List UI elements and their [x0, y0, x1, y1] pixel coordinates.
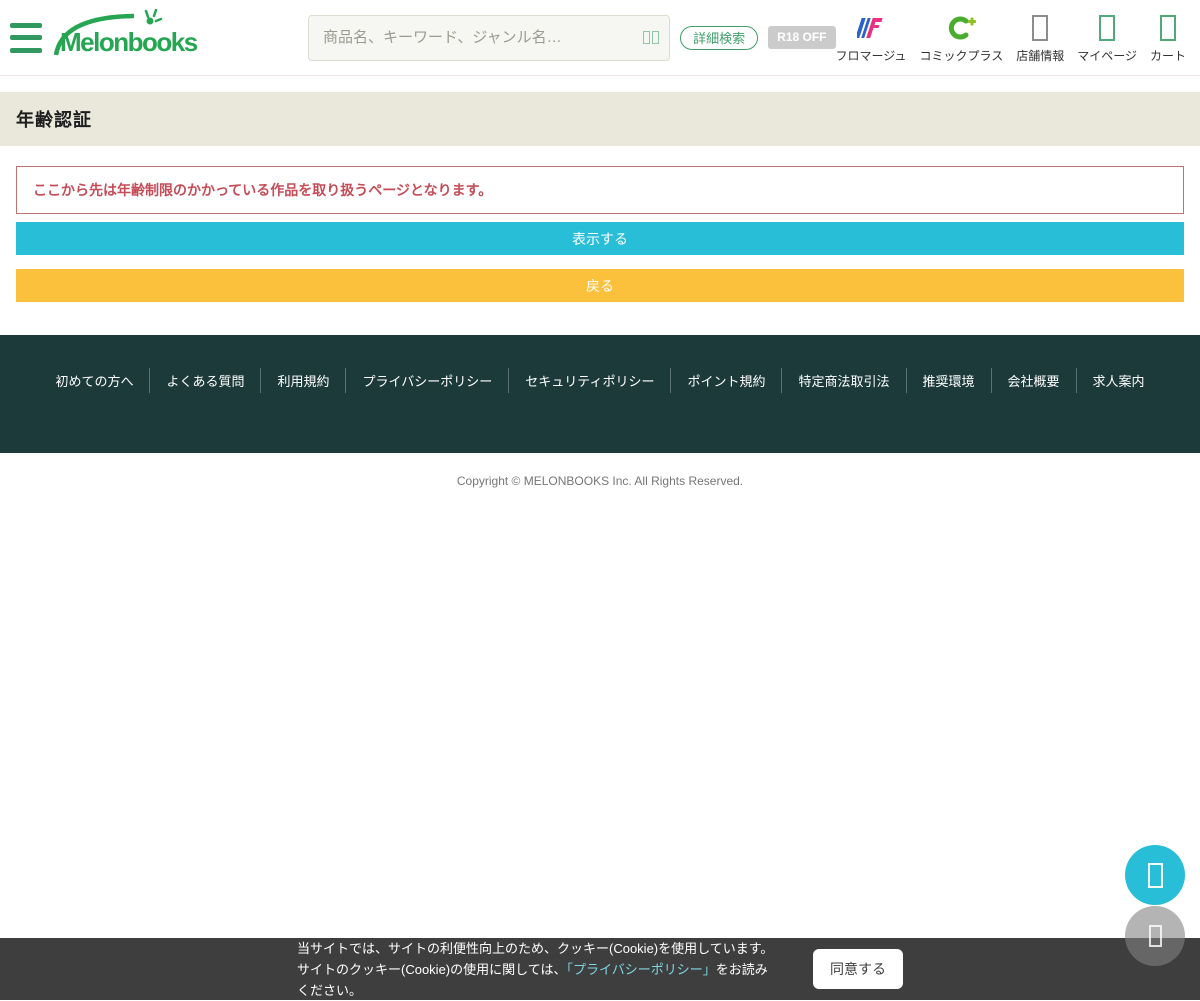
main-content: ここから先は年齢制限のかかっている作品を取り扱うページとなります。 表示する 戻…	[0, 166, 1200, 302]
nav-label: 店舗情報	[1016, 48, 1065, 63]
age-restriction-warning: ここから先は年齢制限のかかっている作品を取り扱うページとなります。	[16, 166, 1184, 214]
cookie-agree-button[interactable]: 同意する	[813, 949, 903, 989]
chat-glyph-icon	[1147, 862, 1163, 888]
advanced-search-button[interactable]: 詳細検索	[680, 25, 759, 50]
back-button[interactable]: 戻る	[16, 269, 1184, 302]
footer-links: 初めての方へ よくある質問 利用規約 プライバシーポリシー セキュリティポリシー…	[0, 368, 1200, 393]
nav-label: マイページ	[1077, 48, 1137, 63]
search-glyph-icon[interactable]	[643, 31, 660, 44]
mypage-icon	[1099, 12, 1116, 44]
search-input[interactable]	[321, 28, 644, 47]
footer-link-point-rules[interactable]: ポイント規約	[670, 368, 781, 393]
nav-item-store-info[interactable]: 店舗情報	[1016, 12, 1064, 64]
privacy-policy-link[interactable]: 「プライバシーポリシー」	[566, 962, 715, 977]
header-nav: フロマージュ コミックプラス 店舗情報 マイページ カート	[836, 12, 1186, 64]
cookie-consent-text: 当サイトでは、サイトの利便性向上のため、クッキー(Cookie)を使用しています…	[297, 940, 774, 998]
warning-text: ここから先は年齢制限のかかっている作品を取り扱うページとなります。	[33, 182, 493, 198]
site-footer: 初めての方へ よくある質問 利用規約 プライバシーポリシー セキュリティポリシー…	[0, 335, 1200, 453]
nav-label: コミックプラス	[919, 48, 1004, 63]
nav-item-cart[interactable]: カート	[1150, 12, 1186, 64]
nav-label: カート	[1149, 48, 1186, 63]
footer-link-company[interactable]: 会社概要	[990, 368, 1076, 393]
store-info-icon	[1032, 12, 1049, 44]
site-header: Melonbooks 詳細検索 R18 OFF	[0, 0, 1200, 76]
footer-link-recruit[interactable]: 求人案内	[1075, 368, 1161, 393]
hamburger-menu-icon[interactable]	[10, 22, 42, 54]
copyright-text: Copyright © MELONBOOKS Inc. All Rights R…	[456, 474, 744, 488]
nav-label: フロマージュ	[835, 48, 907, 63]
footer-link-commercial-law[interactable]: 特定商法取引法	[781, 368, 905, 393]
footer-link-first-time[interactable]: 初めての方へ	[39, 368, 149, 393]
scroll-top-glyph-icon	[1148, 925, 1162, 947]
scroll-top-fab-button[interactable]	[1125, 906, 1185, 966]
search-bar[interactable]	[308, 14, 671, 61]
melonbooks-logo[interactable]: Melonbooks	[52, 8, 198, 65]
footer-link-security-policy[interactable]: セキュリティポリシー	[508, 368, 670, 393]
cookie-consent-banner: 当サイトでは、サイトの利便性向上のため、クッキー(Cookie)を使用しています…	[0, 938, 1200, 1000]
nav-item-comicplus[interactable]: コミックプラス	[919, 12, 1003, 64]
nav-item-mypage[interactable]: マイページ	[1077, 12, 1137, 64]
cart-icon	[1159, 12, 1176, 44]
nav-item-fromage[interactable]: フロマージュ	[835, 12, 907, 64]
r18-off-badge[interactable]: R18 OFF	[768, 26, 836, 49]
fromage-logo-icon	[856, 12, 885, 44]
show-button[interactable]: 表示する	[16, 222, 1184, 255]
footer-link-faq[interactable]: よくある質問	[149, 368, 260, 393]
footer-link-privacy-policy[interactable]: プライバシーポリシー	[345, 368, 508, 393]
page-title-bar: 年齢認証	[0, 92, 1200, 146]
logo-text: Melonbooks	[60, 26, 198, 57]
chat-fab-button[interactable]	[1125, 845, 1185, 905]
footer-link-recommended-env[interactable]: 推奨環境	[905, 368, 991, 393]
page-title: 年齢認証	[16, 110, 92, 130]
comicplus-logo-icon	[946, 12, 977, 44]
footer-link-terms[interactable]: 利用規約	[260, 368, 345, 393]
